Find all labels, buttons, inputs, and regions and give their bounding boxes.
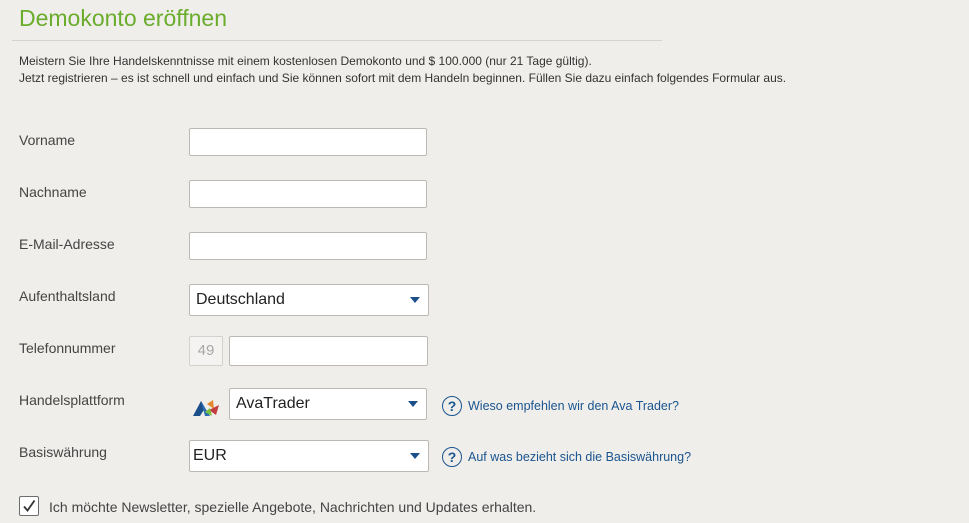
currency-help-link[interactable]: Auf was bezieht sich die Basiswährung? bbox=[468, 450, 691, 464]
email-input[interactable] bbox=[189, 232, 427, 260]
currency-label: Basiswährung bbox=[19, 444, 107, 460]
avatrader-logo-icon bbox=[193, 400, 219, 416]
caret-down-icon bbox=[410, 453, 420, 459]
question-circle-icon[interactable]: ? bbox=[442, 447, 462, 467]
newsletter-checkbox[interactable] bbox=[19, 496, 39, 516]
phone-label: Telefonnummer bbox=[19, 340, 116, 356]
country-label: Aufenthaltsland bbox=[19, 288, 116, 304]
platform-label: Handelsplattform bbox=[19, 392, 125, 408]
currency-select[interactable]: EUR bbox=[189, 440, 429, 472]
phone-prefix: 49 bbox=[189, 336, 223, 366]
platform-help-link[interactable]: Wieso empfehlen wir den Ava Trader? bbox=[468, 399, 679, 413]
newsletter-label: Ich möchte Newsletter, spezielle Angebot… bbox=[49, 499, 537, 515]
question-circle-icon[interactable]: ? bbox=[442, 396, 462, 416]
currency-selected-value: EUR bbox=[193, 447, 227, 464]
country-selected-value: Deutschland bbox=[196, 291, 285, 308]
intro-text: Meistern Sie Ihre Handelskenntnisse mit … bbox=[19, 53, 786, 87]
title-divider bbox=[12, 40, 662, 41]
first-name-label: Vorname bbox=[19, 132, 76, 148]
email-label: E-Mail-Adresse bbox=[19, 236, 115, 252]
platform-selected-value: AvaTrader bbox=[236, 395, 310, 412]
phone-input[interactable] bbox=[229, 336, 428, 366]
first-name-input[interactable] bbox=[189, 128, 427, 156]
country-select[interactable]: Deutschland bbox=[189, 284, 429, 316]
caret-down-icon bbox=[410, 297, 420, 303]
checkmark-icon bbox=[23, 499, 36, 512]
intro-line-1: Meistern Sie Ihre Handelskenntnisse mit … bbox=[19, 54, 592, 68]
intro-line-2: Jetzt registrieren – es ist schnell und … bbox=[19, 71, 787, 85]
platform-select[interactable]: AvaTrader bbox=[229, 388, 427, 420]
last-name-input[interactable] bbox=[189, 180, 427, 208]
last-name-label: Nachname bbox=[19, 184, 87, 200]
page-title: Demokonto eröffnen bbox=[19, 5, 227, 31]
caret-down-icon bbox=[408, 401, 418, 407]
